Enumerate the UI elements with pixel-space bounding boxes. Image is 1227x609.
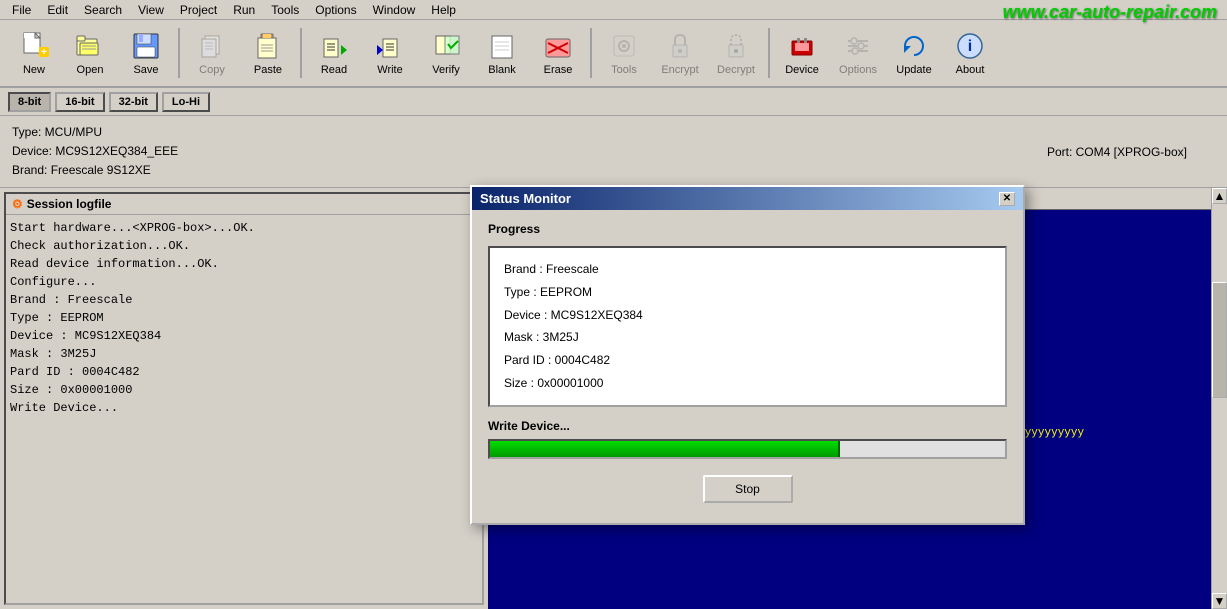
dialog-info-area: Brand : Freescale Type : EEPROM Device :… bbox=[488, 246, 1007, 407]
dialog-overlay: Status Monitor ✕ Progress Brand : Freesc… bbox=[0, 0, 1227, 609]
type-line: Type : EEPROM bbox=[504, 281, 991, 304]
dialog-titlebar: Status Monitor ✕ bbox=[472, 187, 1023, 210]
brand-line: Brand : Freescale bbox=[504, 258, 991, 281]
progress-label: Progress bbox=[488, 222, 1007, 236]
watermark-text: www.car-auto-repair.com bbox=[1003, 2, 1217, 23]
dialog-footer: Stop bbox=[488, 475, 1007, 511]
device-line: Device : MC9S12XEQ384 bbox=[504, 304, 991, 327]
stop-button[interactable]: Stop bbox=[703, 475, 793, 503]
write-device-label: Write Device... bbox=[488, 419, 1007, 433]
status-monitor-dialog: Status Monitor ✕ Progress Brand : Freesc… bbox=[470, 185, 1025, 525]
partid-line: Pard ID : 0004C482 bbox=[504, 349, 991, 372]
dialog-close-button[interactable]: ✕ bbox=[999, 192, 1015, 206]
mask-line: Mask : 3M25J bbox=[504, 326, 991, 349]
dialog-body: Progress Brand : Freescale Type : EEPROM… bbox=[472, 210, 1023, 523]
progress-fill bbox=[490, 441, 840, 457]
size-line: Size : 0x00001000 bbox=[504, 372, 991, 395]
dialog-title: Status Monitor bbox=[480, 191, 571, 206]
progress-bar bbox=[488, 439, 1007, 459]
